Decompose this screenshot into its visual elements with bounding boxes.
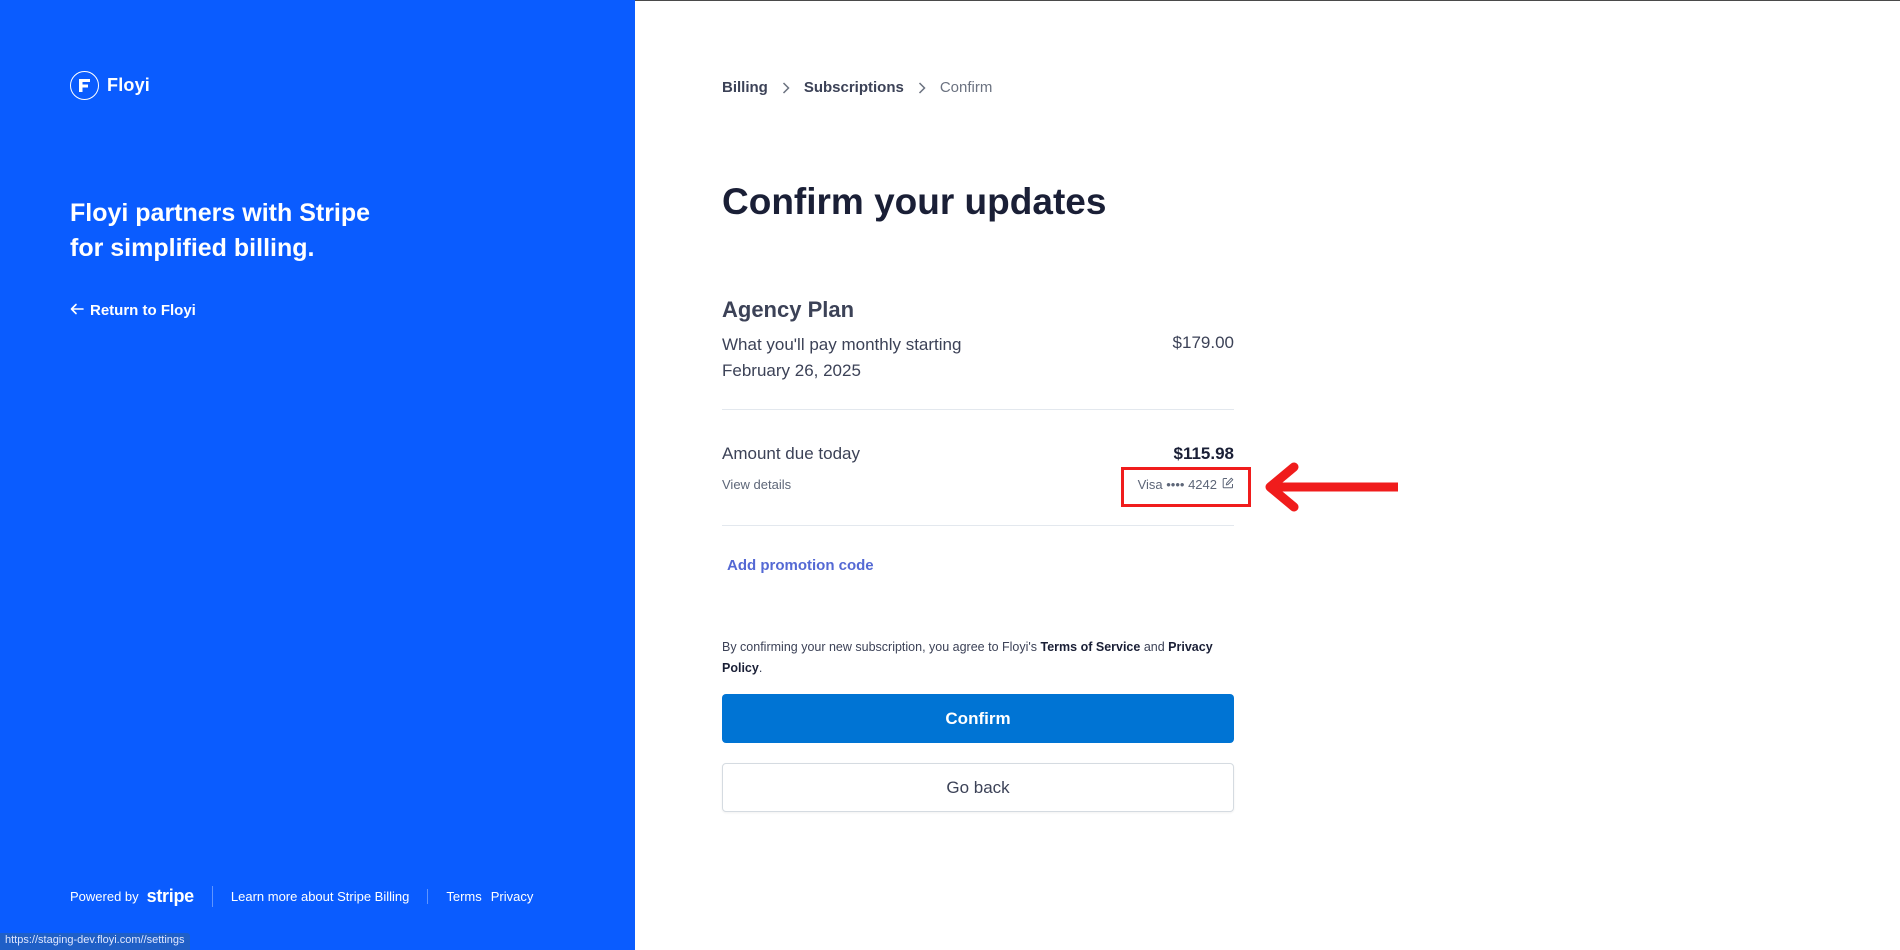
divider: [722, 409, 1234, 410]
divider: [722, 525, 1234, 526]
terms-and: and: [1143, 640, 1165, 654]
return-link-label: Return to Floyi: [90, 302, 196, 319]
terms-prefix: By confirming your new subscription, you…: [722, 640, 1038, 654]
terms-of-service-link[interactable]: Terms of Service: [1041, 640, 1141, 654]
plan-name: Agency Plan: [722, 297, 855, 322]
status-bar-url: https://staging-dev.floyi.com//settings: [0, 933, 190, 950]
privacy-link[interactable]: Privacy: [491, 889, 534, 904]
plan-description: What you'll pay monthly starting Februar…: [722, 335, 962, 380]
breadcrumb-confirm: Confirm: [939, 79, 993, 96]
legal-links: Terms Privacy: [428, 889, 533, 904]
chevron-right-icon: [782, 81, 790, 94]
terms-link[interactable]: Terms: [446, 889, 481, 904]
brand-panel: Floyi Floyi partners with Stripe for sim…: [0, 0, 635, 950]
terms-end: .: [758, 661, 763, 675]
amount-due-value: $115.98: [1173, 444, 1234, 463]
terms-agreement: By confirming your new subscription, you…: [722, 637, 1234, 679]
add-promotion-code-link[interactable]: Add promotion code: [727, 557, 874, 574]
return-to-floyi-link[interactable]: Return to Floyi: [70, 302, 196, 319]
powered-by-label: Powered by: [70, 889, 139, 904]
breadcrumb: Billing Subscriptions Confirm: [722, 79, 992, 96]
annotation-highlight-box: [1121, 467, 1251, 507]
footer: Powered by stripe Learn more about Strip…: [70, 886, 533, 907]
plan-price: $179.00: [1172, 333, 1234, 352]
chevron-right-icon: [918, 81, 926, 94]
confirm-button[interactable]: Confirm: [722, 694, 1234, 743]
breadcrumb-billing[interactable]: Billing: [722, 79, 768, 96]
brand-name: Floyi: [107, 75, 151, 95]
tagline: Floyi partners with Stripe for simplifie…: [70, 199, 371, 262]
powered-by-stripe[interactable]: Powered by stripe: [70, 886, 213, 907]
brand: Floyi: [70, 71, 150, 100]
learn-more-link[interactable]: Learn more about Stripe Billing: [213, 889, 429, 904]
arrow-left-icon: [70, 302, 84, 319]
amount-due-label: Amount due today: [722, 444, 860, 463]
view-details-link[interactable]: View details: [722, 477, 791, 492]
stripe-logo: stripe: [146, 886, 195, 906]
breadcrumb-subscriptions[interactable]: Subscriptions: [804, 79, 904, 96]
window-top-border: [635, 0, 1900, 1]
annotation-arrow-icon: [1262, 462, 1402, 517]
page-title: Confirm your updates: [722, 181, 1107, 222]
go-back-button[interactable]: Go back: [722, 763, 1234, 812]
floyi-logo-icon: [70, 71, 99, 100]
